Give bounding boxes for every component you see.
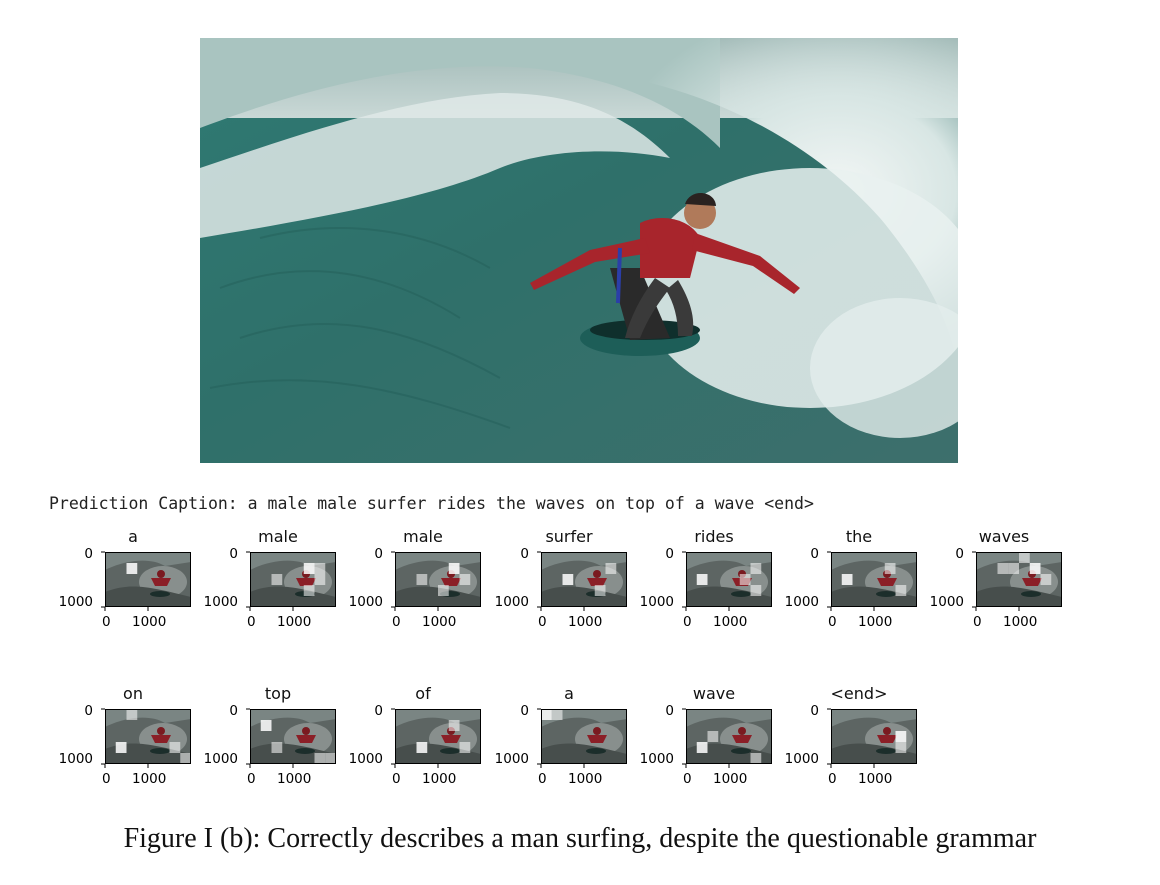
y-tick-label: 1000 [784, 751, 819, 767]
attention-map [101, 551, 191, 611]
y-tick-label: 0 [229, 546, 238, 562]
x-tick-label: 1000 [1003, 614, 1038, 630]
attention-word: male [403, 527, 443, 546]
attention-word: a [128, 527, 138, 546]
surfer-photo [200, 38, 958, 463]
x-tick-label: 0 [828, 614, 837, 630]
attention-panel: male 0 1000 0 1000 [339, 527, 481, 658]
y-tick-label: 0 [665, 703, 674, 719]
attention-map [537, 551, 627, 611]
x-tick-label: 0 [392, 771, 401, 787]
x-tick-label: 0 [828, 771, 837, 787]
x-tick-label: 1000 [277, 771, 312, 787]
x-tick-label: 1000 [132, 771, 167, 787]
y-tick-label: 0 [84, 546, 93, 562]
x-tick-label: 1000 [713, 771, 748, 787]
attention-map [246, 551, 336, 611]
y-tick-label: 0 [810, 703, 819, 719]
attention-map [972, 551, 1062, 611]
x-tick-label: 1000 [422, 614, 457, 630]
y-tick-label: 1000 [639, 594, 674, 610]
attention-word: male [258, 527, 298, 546]
y-tick-label: 1000 [58, 594, 93, 610]
y-tick-label: 0 [84, 703, 93, 719]
x-tick-label: 1000 [277, 614, 312, 630]
attention-map [101, 708, 191, 768]
y-tick-label: 1000 [203, 751, 238, 767]
attention-word: rides [694, 527, 734, 546]
y-tick-label: 1000 [639, 751, 674, 767]
attention-word: of [415, 684, 431, 703]
attention-panel: the 0 1000 0 1000 [775, 527, 917, 658]
x-tick-label: 1000 [713, 614, 748, 630]
attention-word: waves [978, 527, 1030, 546]
attention-panel: rides 0 1000 0 1000 [630, 527, 772, 658]
y-tick-label: 0 [229, 703, 238, 719]
x-tick-label: 0 [683, 614, 692, 630]
attention-panel: male 0 1000 0 1000 [194, 527, 336, 658]
y-tick-label: 0 [665, 546, 674, 562]
attention-panel: top 0 1000 0 1000 [194, 684, 336, 815]
figure-caption: Figure I (b): Correctly describes a man … [123, 823, 1037, 854]
attention-panel: on 0 1000 0 1000 [49, 684, 191, 815]
attention-word: a [564, 684, 574, 703]
attention-panel: waves 0 1000 0 1000 [920, 527, 1062, 658]
y-tick-label: 1000 [203, 594, 238, 610]
y-tick-label: 0 [520, 546, 529, 562]
x-tick-label: 0 [102, 771, 111, 787]
x-tick-label: 0 [538, 771, 547, 787]
y-tick-label: 0 [955, 546, 964, 562]
y-tick-label: 0 [810, 546, 819, 562]
attention-word: top [264, 684, 292, 703]
attention-word: on [123, 684, 143, 703]
x-tick-label: 1000 [858, 771, 893, 787]
attention-panel: a 0 1000 0 1000 [485, 684, 627, 815]
attention-map [682, 551, 772, 611]
attention-panel: a 0 1000 0 1000 [49, 527, 191, 658]
attention-word: the [845, 527, 873, 546]
attention-map [827, 551, 917, 611]
x-tick-label: 0 [102, 614, 111, 630]
x-tick-label: 1000 [568, 614, 603, 630]
attention-map [391, 551, 481, 611]
attention-map [827, 708, 917, 768]
y-tick-label: 1000 [784, 594, 819, 610]
x-tick-label: 1000 [858, 614, 893, 630]
attention-map [391, 708, 481, 768]
y-tick-label: 1000 [348, 751, 383, 767]
x-tick-label: 0 [247, 771, 256, 787]
y-tick-label: 0 [520, 703, 529, 719]
attention-panel: wave 0 1000 0 1000 [630, 684, 772, 815]
attention-word: <end> [830, 684, 888, 703]
attention-map [246, 708, 336, 768]
attention-panel: <end> 0 1000 0 1000 [775, 684, 917, 815]
y-tick-label: 1000 [494, 594, 529, 610]
attention-panel: of 0 1000 0 1000 [339, 684, 481, 815]
attention-map [537, 708, 627, 768]
x-tick-label: 1000 [422, 771, 457, 787]
x-tick-label: 0 [247, 614, 256, 630]
attention-panel: surfer 0 1000 0 1000 [485, 527, 627, 658]
prediction-caption: Prediction Caption: a male male surfer r… [49, 494, 814, 513]
x-tick-label: 0 [973, 614, 982, 630]
y-tick-label: 1000 [348, 594, 383, 610]
y-tick-label: 1000 [494, 751, 529, 767]
y-tick-label: 0 [374, 703, 383, 719]
y-tick-label: 1000 [929, 594, 964, 610]
x-tick-label: 1000 [568, 771, 603, 787]
y-tick-label: 0 [374, 546, 383, 562]
attention-map [682, 708, 772, 768]
y-tick-label: 1000 [58, 751, 93, 767]
x-tick-label: 1000 [132, 614, 167, 630]
attention-word: surfer [545, 527, 593, 546]
x-tick-label: 0 [392, 614, 401, 630]
x-tick-label: 0 [538, 614, 547, 630]
x-tick-label: 0 [683, 771, 692, 787]
attention-word: wave [692, 684, 736, 703]
